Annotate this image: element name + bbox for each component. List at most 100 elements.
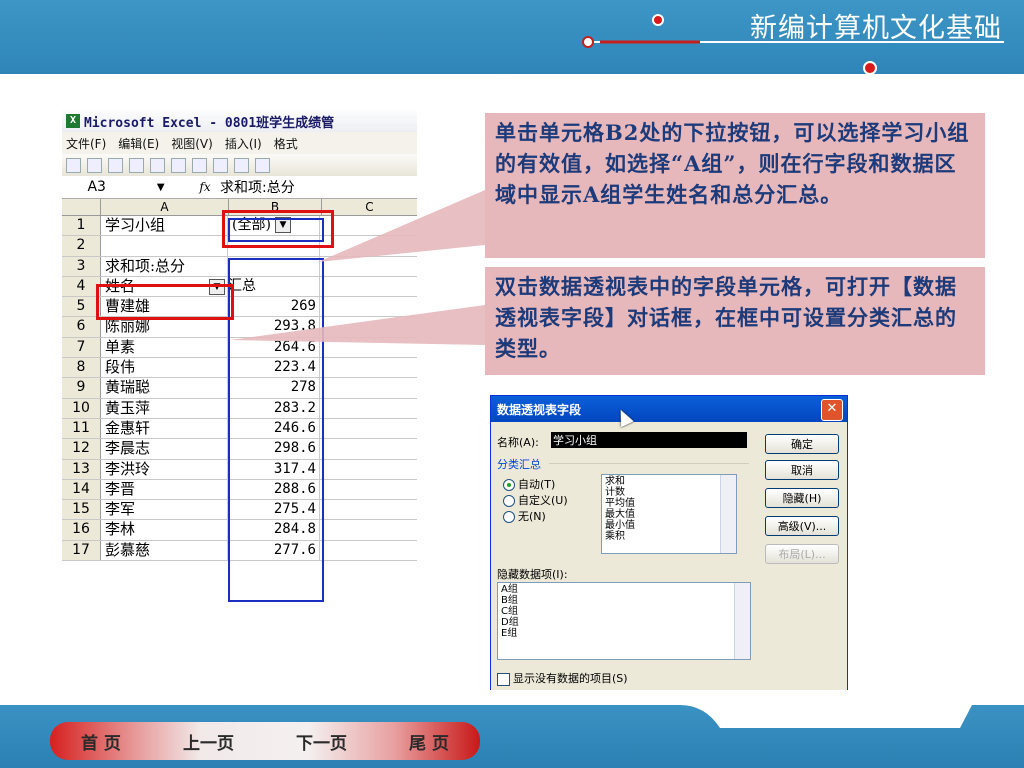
advanced-button[interactable]: 高级(V)...	[765, 516, 839, 536]
cell-c[interactable]	[320, 460, 417, 479]
list-item[interactable]: 乘积	[605, 531, 733, 542]
cell-a[interactable]: 李晨志	[101, 439, 228, 459]
cell-c[interactable]	[320, 297, 417, 316]
cell-a[interactable]: 黄瑞聪	[101, 378, 228, 398]
cell-a-text: 求和项:总分	[105, 256, 186, 275]
cell-c[interactable]	[320, 541, 417, 560]
cell-a[interactable]: 李军	[101, 500, 228, 520]
chevron-down-icon[interactable]: ▼	[157, 182, 165, 193]
cell-a[interactable]: 李洪玲	[101, 459, 228, 479]
scrollbar[interactable]	[734, 583, 750, 659]
row-number[interactable]: 10	[62, 398, 101, 418]
open-folder-icon[interactable]	[87, 157, 102, 173]
row-number[interactable]: 6	[62, 317, 101, 337]
cell-a[interactable]: 黄玉萍	[101, 398, 228, 418]
research-icon[interactable]	[213, 157, 228, 173]
menu-format[interactable]: 格式	[274, 135, 298, 152]
cell-a[interactable]: 求和项:总分	[101, 256, 228, 276]
cut-icon[interactable]	[234, 157, 249, 173]
cell-a[interactable]: 学习小组	[101, 216, 228, 236]
cell-a[interactable]	[101, 236, 228, 256]
cell-a[interactable]: 彭慕慈	[101, 540, 228, 561]
cell-c[interactable]	[320, 236, 417, 255]
row-number[interactable]: 2	[62, 236, 101, 256]
fx-icon[interactable]: fx	[190, 180, 220, 194]
menu-edit[interactable]: 编辑(E)	[118, 135, 159, 152]
dialog-titlebar: 数据透视表字段 ✕	[491, 396, 847, 422]
col-header-c[interactable]: C	[322, 199, 417, 215]
list-item[interactable]: 计数	[605, 487, 733, 498]
row-number[interactable]: 14	[62, 479, 101, 500]
row-number[interactable]: 8	[62, 358, 101, 378]
cell-c[interactable]	[320, 338, 417, 357]
radio-auto[interactable]: 自动(T)	[503, 476, 555, 492]
row-number[interactable]: 7	[62, 337, 101, 358]
nav-prev-button[interactable]: 上一页	[183, 729, 234, 754]
cell-a[interactable]: 金惠轩	[101, 418, 228, 439]
row-number[interactable]: 9	[62, 378, 101, 398]
nav-next-button[interactable]: 下一页	[296, 729, 347, 754]
cell-c[interactable]	[320, 439, 417, 458]
col-header-a[interactable]: A	[101, 199, 229, 215]
radio-none[interactable]: 无(N)	[503, 508, 546, 524]
list-item[interactable]: A组	[501, 584, 747, 595]
hidden-items-list[interactable]: A组 B组 C组 D组 E组	[497, 582, 751, 660]
name-box[interactable]: A3 ▼	[62, 179, 190, 195]
name-field[interactable]: 学习小组	[551, 432, 747, 448]
list-item[interactable]: 最小值	[605, 520, 733, 531]
list-item[interactable]: 平均值	[605, 498, 733, 509]
row-number[interactable]: 13	[62, 459, 101, 479]
cell-c[interactable]	[320, 399, 417, 418]
list-item[interactable]: 求和	[605, 476, 733, 487]
cell-c[interactable]	[320, 520, 417, 539]
print-icon[interactable]	[150, 157, 165, 173]
ok-button[interactable]: 确定	[765, 434, 839, 454]
list-item[interactable]: 最大值	[605, 509, 733, 520]
cell-a[interactable]: 李林	[101, 520, 228, 540]
cell-c[interactable]	[320, 500, 417, 519]
cell-a[interactable]: 单素	[101, 337, 228, 358]
nav-last-button[interactable]: 尾 页	[409, 729, 449, 754]
nav-home-button[interactable]: 首 页	[81, 729, 121, 754]
cell-c[interactable]	[320, 277, 417, 296]
corner-cell[interactable]	[62, 199, 101, 215]
list-item[interactable]: B组	[501, 595, 747, 606]
function-list[interactable]: 求和 计数 平均值 最大值 最小值 乘积	[601, 474, 737, 554]
cell-c[interactable]	[320, 358, 417, 377]
cell-c[interactable]	[320, 378, 417, 397]
scrollbar[interactable]	[720, 475, 736, 553]
show-empty-checkbox[interactable]: 显示没有数据的项目(S)	[497, 670, 628, 686]
list-item[interactable]: C组	[501, 606, 747, 617]
menu-insert[interactable]: 插入(I)	[225, 135, 262, 152]
formula-input[interactable]: 求和项:总分	[220, 177, 295, 197]
row-number[interactable]: 16	[62, 520, 101, 540]
row-number[interactable]: 3	[62, 256, 101, 276]
permission-icon[interactable]	[129, 157, 144, 173]
cell-c[interactable]	[320, 317, 417, 336]
cancel-button[interactable]: 取消	[765, 460, 839, 480]
cell-a[interactable]: 段伟	[101, 358, 228, 378]
row-number[interactable]: 1	[62, 216, 101, 236]
spelling-icon[interactable]	[192, 157, 207, 173]
save-icon[interactable]	[108, 157, 123, 173]
print-preview-icon[interactable]	[171, 157, 186, 173]
copy-icon[interactable]	[255, 157, 270, 173]
cell-c[interactable]	[320, 419, 417, 438]
row-number[interactable]: 15	[62, 500, 101, 520]
cell-c[interactable]	[320, 216, 417, 235]
cell-c[interactable]	[320, 257, 417, 276]
hide-button[interactable]: 隐藏(H)	[765, 488, 839, 508]
cell-a[interactable]: 陈丽娜	[101, 317, 228, 337]
row-number[interactable]: 12	[62, 439, 101, 459]
new-file-icon[interactable]	[66, 157, 81, 173]
cell-c[interactable]	[320, 480, 417, 499]
list-item[interactable]: E组	[501, 628, 747, 639]
cell-a[interactable]: 李晋	[101, 479, 228, 500]
close-icon[interactable]: ✕	[821, 399, 843, 421]
menu-file[interactable]: 文件(F)	[66, 135, 106, 152]
row-number[interactable]: 11	[62, 418, 101, 439]
menu-view[interactable]: 视图(V)	[171, 135, 213, 152]
row-number[interactable]: 17	[62, 540, 101, 561]
list-item[interactable]: D组	[501, 617, 747, 628]
radio-custom[interactable]: 自定义(U)	[503, 492, 568, 508]
